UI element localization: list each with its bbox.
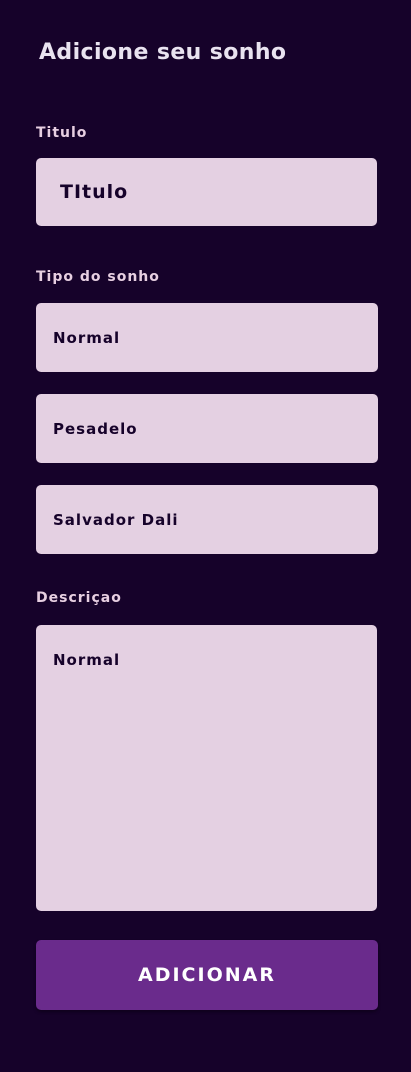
dream-type-option-pesadelo[interactable]: Pesadelo bbox=[36, 394, 378, 463]
dream-type-label: Tipo do sonho bbox=[36, 269, 160, 285]
title-input[interactable] bbox=[36, 158, 377, 226]
dream-type-option-label: Salvador Dali bbox=[53, 510, 179, 529]
dream-type-option-label: Pesadelo bbox=[53, 419, 138, 438]
add-button[interactable]: ADICIONAR bbox=[36, 940, 378, 1010]
page-title: Adicione seu sonho bbox=[39, 40, 287, 65]
description-label: Descriçao bbox=[36, 590, 122, 606]
dream-type-option-label: Normal bbox=[53, 328, 121, 347]
description-textarea[interactable]: Normal bbox=[36, 625, 377, 911]
dream-type-option-normal[interactable]: Normal bbox=[36, 303, 378, 372]
dream-type-option-salvador-dali[interactable]: Salvador Dali bbox=[36, 485, 378, 554]
title-label: Titulo bbox=[36, 125, 88, 141]
